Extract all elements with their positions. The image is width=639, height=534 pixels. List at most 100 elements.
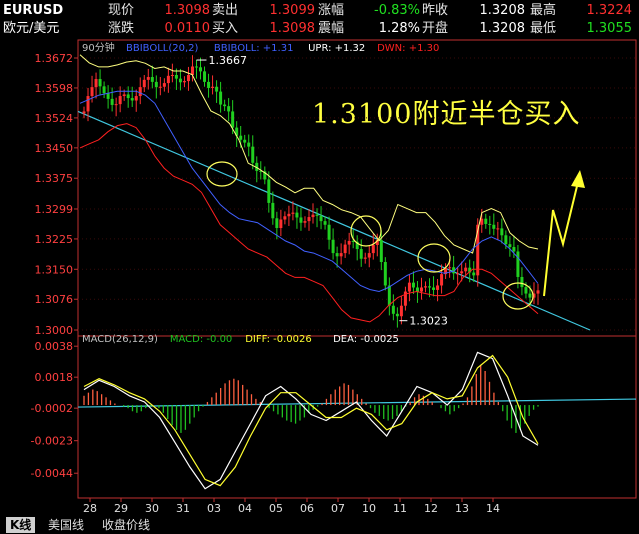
candle-body <box>275 218 279 228</box>
candle-body <box>331 239 335 254</box>
candle-body <box>114 104 118 106</box>
candle-body <box>299 217 303 223</box>
candle-body <box>94 79 98 88</box>
candle-body <box>142 79 146 88</box>
candle-body <box>536 290 540 294</box>
candle-body <box>243 139 247 143</box>
indicator-label: UPR: +1.32 <box>308 43 365 54</box>
candle-body <box>130 98 134 101</box>
candle-body <box>227 106 231 112</box>
candle-body <box>110 98 114 105</box>
indicator-label: BBIBOLL: +1.31 <box>214 43 294 54</box>
candle-body <box>464 267 468 272</box>
candle-body <box>371 245 375 254</box>
candle-body <box>512 247 516 252</box>
candle-body <box>154 81 158 88</box>
macd-y-tick-label: 0.0018 <box>35 371 74 384</box>
dea-line <box>83 354 539 487</box>
candle-body <box>267 179 271 203</box>
y-tick-label: 1.3150 <box>35 263 74 276</box>
candle-body <box>106 93 110 99</box>
candle-body <box>456 273 460 275</box>
candle-body <box>122 94 126 97</box>
candle-body <box>460 271 464 274</box>
x-tick-label: 10 <box>362 502 376 515</box>
highlight-circle <box>206 161 238 187</box>
candle-body <box>207 81 211 88</box>
candle-body <box>508 244 512 248</box>
candle-body <box>419 287 423 292</box>
candle-body <box>343 244 347 254</box>
x-tick-label: 07 <box>331 502 345 515</box>
high-annotation: 1.3667 <box>208 54 247 67</box>
chart-canvas[interactable]: 1.3672 1.3598 1.3524 1.3450 1.3375 1.3299 1.32… <box>0 0 639 516</box>
candle-body <box>311 214 315 218</box>
candle-body <box>223 104 227 107</box>
candle-body <box>407 282 411 292</box>
candle-body <box>82 111 86 114</box>
y-tick-label: 1.3000 <box>35 324 74 337</box>
candle-body <box>211 86 215 88</box>
candle-body <box>102 86 106 94</box>
chart-tabs: K线 美国线 收盘价线 <box>0 516 639 534</box>
plot-frame <box>77 39 637 499</box>
candle-body <box>391 305 395 314</box>
macd-label: MACD(26,12,9) <box>82 334 158 345</box>
candle-body <box>428 286 432 288</box>
candle-body <box>283 216 287 220</box>
candle-body <box>279 219 283 228</box>
candle-body <box>432 287 436 290</box>
candle-body <box>219 91 223 105</box>
tab-kline[interactable]: K线 <box>6 517 36 533</box>
candle-body <box>162 83 166 87</box>
candle-body <box>303 221 307 223</box>
x-tick-label: 05 <box>269 502 283 515</box>
candle-body <box>448 267 452 269</box>
candle-body <box>315 214 319 216</box>
candle-body <box>203 71 207 82</box>
candle-body <box>516 251 520 277</box>
x-tick-label: 06 <box>300 502 314 515</box>
candle-body <box>182 81 186 83</box>
candle-body <box>295 212 299 218</box>
candle-body <box>231 111 235 128</box>
y-tick-label: 1.3598 <box>35 82 74 95</box>
candle-body <box>335 253 339 257</box>
macd-y-tick-label: -0.0002 <box>31 402 73 415</box>
candle-body <box>251 146 255 163</box>
candle-body <box>379 240 383 262</box>
macd-indicator-label: MACD: -0.00 <box>170 334 232 345</box>
candle-body <box>190 66 194 75</box>
candle-body <box>440 274 444 286</box>
candle-body <box>411 282 415 288</box>
candle-body <box>307 217 311 222</box>
x-tick-label: 13 <box>455 502 469 515</box>
candle-body <box>186 75 190 82</box>
candle-body <box>524 287 528 294</box>
candle-body <box>363 257 367 259</box>
buy-arrow-head <box>571 170 585 188</box>
candle-body <box>98 79 102 87</box>
tab-us-line[interactable]: 美国线 <box>44 517 88 533</box>
x-tick-label: 03 <box>207 502 221 515</box>
candle-body <box>158 86 162 88</box>
candle-body <box>319 215 323 222</box>
macd-indicator-label: DEA: -0.0025 <box>333 334 399 345</box>
y-tick-label: 1.3524 <box>35 112 74 125</box>
candle-body <box>500 228 504 236</box>
candle-body <box>287 213 291 217</box>
candle-body <box>504 235 508 245</box>
x-tick-label: 30 <box>145 502 159 515</box>
candle-body <box>399 305 403 317</box>
candle-body <box>86 96 90 112</box>
macd-indicator-label: DIFF: -0.0026 <box>245 334 312 345</box>
candle-body <box>239 135 243 140</box>
candle-body <box>395 313 399 317</box>
tab-close-line[interactable]: 收盘价线 <box>98 517 154 533</box>
candle-body <box>178 78 182 83</box>
macd-y-tick-label: 0.0038 <box>35 340 74 353</box>
macd-y-tick-label: -0.0023 <box>31 435 73 448</box>
period-label: 90分钟 <box>82 41 115 54</box>
candle-body <box>126 94 130 99</box>
x-tick-label: 14 <box>486 502 500 515</box>
